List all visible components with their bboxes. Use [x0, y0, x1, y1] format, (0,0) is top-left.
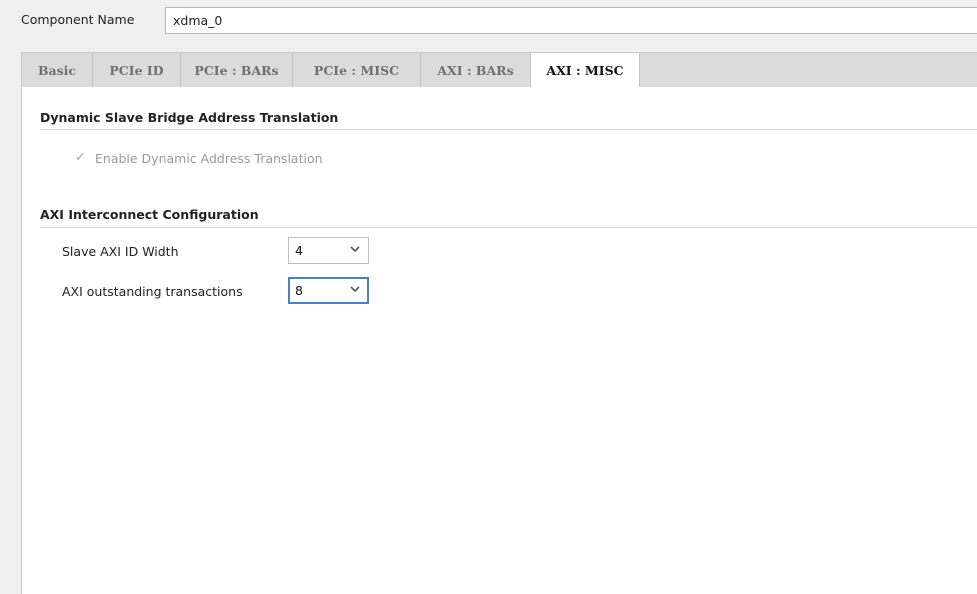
- tab-pcie-misc[interactable]: PCIe : MISC: [293, 53, 421, 87]
- component-name-label: Component Name: [21, 12, 135, 27]
- dynamic-bridge-section-title: Dynamic Slave Bridge Address Translation: [40, 110, 339, 125]
- slave-axi-id-width-label: Slave AXI ID Width: [62, 244, 179, 259]
- slave-axi-id-width-select[interactable]: 4: [288, 237, 369, 264]
- component-name-input[interactable]: [165, 7, 977, 34]
- component-name-row: Component Name: [0, 0, 977, 40]
- tab-pcie-id[interactable]: PCIe ID: [93, 53, 181, 87]
- check-icon: ✓: [75, 150, 86, 165]
- tab-basic[interactable]: Basic: [22, 53, 93, 87]
- tab-pcie-bars[interactable]: PCIe : BARs: [181, 53, 293, 87]
- chevron-down-icon: [350, 286, 360, 293]
- axi-outstanding-transactions-select[interactable]: 8: [288, 277, 369, 304]
- axi-outstanding-transactions-label: AXI outstanding transactions: [62, 284, 243, 299]
- tab-content-panel: Dynamic Slave Bridge Address Translation…: [21, 87, 977, 594]
- slave-axi-id-width-value: 4: [295, 243, 303, 258]
- axi-interconnect-section-title: AXI Interconnect Configuration: [40, 207, 259, 222]
- chevron-down-icon: [350, 246, 360, 253]
- section-divider: [40, 227, 977, 228]
- tab-axi-misc[interactable]: AXI : MISC: [531, 53, 640, 88]
- tab-axi-bars[interactable]: AXI : BARs: [421, 53, 531, 87]
- axi-outstanding-transactions-value: 8: [295, 283, 303, 298]
- dynamic-address-translation-checkbox[interactable]: ✓ Enable Dynamic Address Translation: [75, 150, 323, 166]
- tab-bar: Basic PCIe ID PCIe : BARs PCIe : MISC AX…: [21, 52, 977, 88]
- section-divider: [40, 129, 977, 130]
- dynamic-address-translation-label: Enable Dynamic Address Translation: [95, 150, 323, 166]
